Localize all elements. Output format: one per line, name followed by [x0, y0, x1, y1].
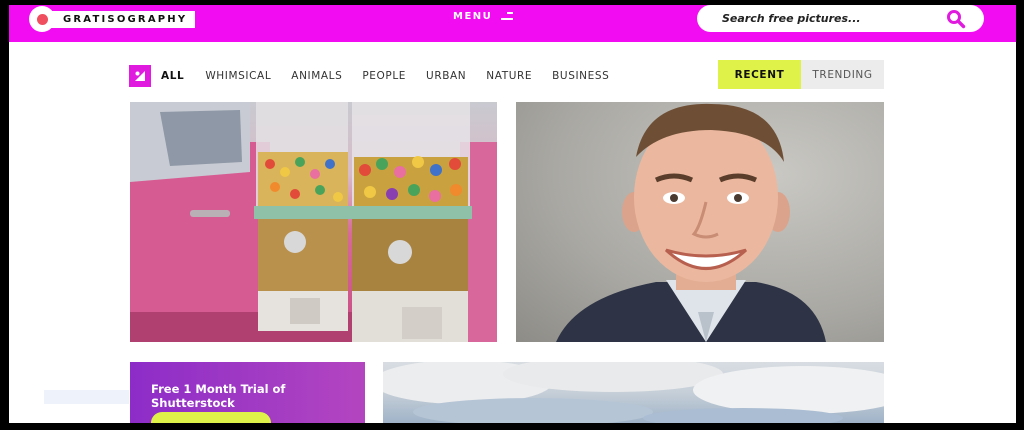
sort-recent-button[interactable]: RECENT: [718, 60, 801, 89]
category-whimsical[interactable]: WHIMSICAL: [205, 70, 271, 82]
search-bar: [697, 5, 984, 32]
smiling-man-photo[interactable]: [516, 102, 884, 342]
search-input[interactable]: [722, 12, 932, 25]
cloudy-sky-photo[interactable]: [383, 362, 884, 423]
category-urban[interactable]: URBAN: [426, 70, 466, 82]
gumball-machines-photo[interactable]: [130, 102, 497, 342]
category-filter-bar: ALL WHIMSICAL ANIMALS PEOPLE URBAN NATUR…: [129, 65, 629, 87]
shutterstock-promo-card[interactable]: Free 1 Month Trial of Shutterstock: [130, 362, 365, 423]
all-photos-icon[interactable]: [129, 65, 151, 87]
category-animals[interactable]: ANIMALS: [291, 70, 342, 82]
page: GRATISOGRAPHY MENU ALL WHIMSICAL ANIMALS…: [9, 5, 1016, 423]
category-business[interactable]: BUSINESS: [552, 70, 609, 82]
search-icon[interactable]: [946, 9, 966, 29]
category-people[interactable]: PEOPLE: [362, 70, 406, 82]
sort-trending-button[interactable]: TRENDING: [801, 60, 884, 89]
menu-button[interactable]: MENU: [453, 11, 514, 22]
logo-text: GRATISOGRAPHY: [49, 10, 196, 28]
sort-toggle: RECENT TRENDING: [718, 60, 884, 89]
category-nature[interactable]: NATURE: [486, 70, 532, 82]
promo-title: Free 1 Month Trial of Shutterstock: [151, 382, 286, 410]
site-logo[interactable]: GRATISOGRAPHY: [29, 6, 196, 32]
faded-overlay: [44, 390, 129, 404]
promo-button[interactable]: [151, 412, 271, 423]
logo-dot-icon: [29, 6, 55, 32]
menu-label: MENU: [453, 11, 493, 22]
menu-icon: [501, 12, 514, 21]
top-navigation-bar: GRATISOGRAPHY MENU: [9, 5, 1016, 42]
category-all[interactable]: ALL: [161, 70, 184, 82]
